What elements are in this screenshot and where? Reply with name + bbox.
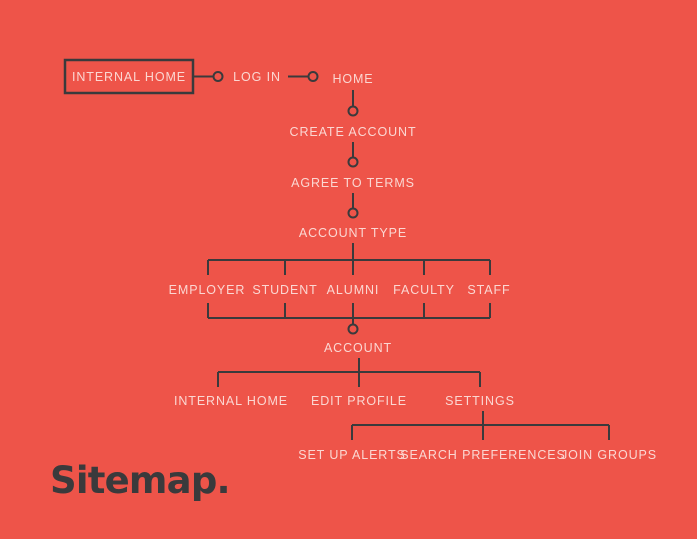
account-child-edit-profile[interactable]: EDIT PROFILE (311, 394, 407, 408)
account-type-upper-ticks (207, 260, 491, 275)
settings-branch-group: SET UP ALERTS SEARCH PREFERENCES JOIN GR… (298, 411, 657, 462)
account-type-item-faculty[interactable]: FACULTY (393, 283, 455, 297)
home-label: HOME (332, 72, 373, 86)
account-type-lower-ticks (207, 303, 491, 318)
account-label: ACCOUNT (324, 341, 392, 355)
connector-ring-agree-to-terms (347, 156, 359, 168)
signup-spine-group: CREATE ACCOUNT AGREE TO TERMS ACCOUNT TY… (290, 90, 417, 240)
sitemap-wordmark: Sitemap. (50, 459, 231, 502)
settings-child-search-preferences[interactable]: SEARCH PREFERENCES (400, 448, 566, 462)
account-branch-group: INTERNAL HOME EDIT PROFILE SETTINGS (174, 358, 515, 408)
settings-child-join-groups[interactable]: JOIN GROUPS (561, 448, 657, 462)
account-type-branch-lower: ACCOUNT (207, 303, 491, 355)
connector-ring-home (307, 71, 319, 82)
account-child-settings[interactable]: SETTINGS (445, 394, 515, 408)
account-type-branch-upper: EMPLOYER STUDENT ALUMNI FACULTY STAFF (169, 243, 510, 297)
settings-child-set-up-alerts[interactable]: SET UP ALERTS (298, 448, 406, 462)
sitemap-canvas: INTERNAL HOME LOG IN HOME CREATE ACCOUNT… (0, 0, 697, 539)
account-type-item-employer[interactable]: EMPLOYER (169, 283, 246, 297)
connector-ring-account-type (347, 207, 359, 219)
account-type-item-alumni[interactable]: ALUMNI (327, 283, 380, 297)
account-type-item-staff[interactable]: STAFF (467, 283, 510, 297)
internal-home-entry-label: INTERNAL HOME (72, 70, 186, 84)
log-in-label: LOG IN (233, 70, 281, 84)
entry-flow-group: INTERNAL HOME LOG IN HOME (63, 58, 373, 95)
account-child-internal-home[interactable]: INTERNAL HOME (174, 394, 288, 408)
create-account-label: CREATE ACCOUNT (290, 125, 417, 139)
connector-ring-login (212, 71, 224, 82)
connector-ring-account (347, 323, 359, 335)
account-type-label: ACCOUNT TYPE (299, 226, 407, 240)
agree-to-terms-label: AGREE TO TERMS (291, 176, 415, 190)
account-type-item-student[interactable]: STUDENT (252, 283, 317, 297)
connector-ring-create-account (347, 105, 359, 117)
